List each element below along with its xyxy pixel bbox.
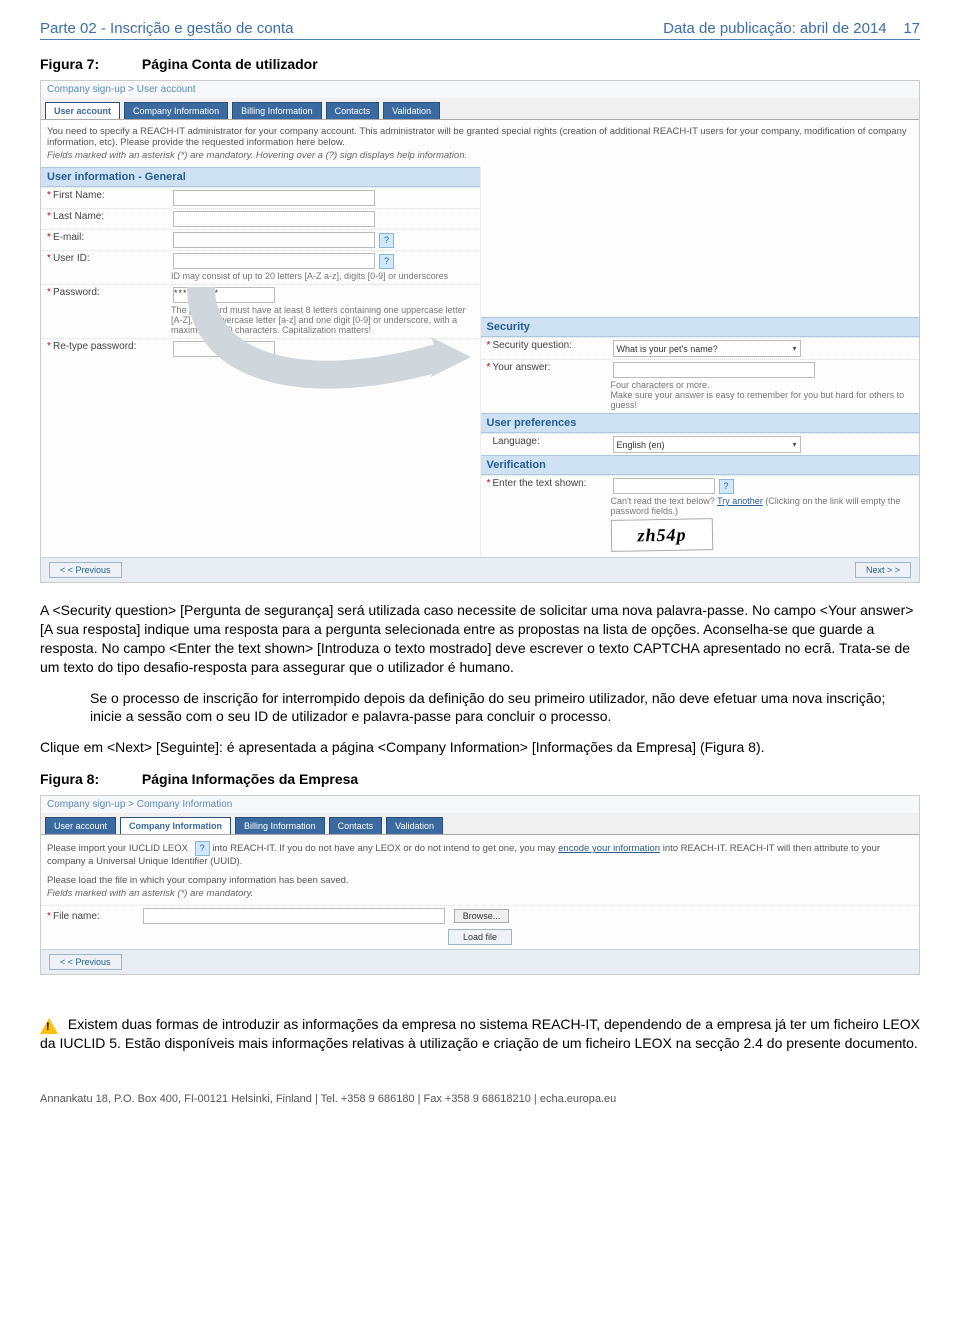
retype-password-input[interactable] [173, 341, 275, 357]
figure8-screenshot: Company sign-up > Company Information Us… [40, 795, 920, 975]
tab-contacts[interactable]: Contacts [329, 817, 383, 834]
breadcrumb: Company sign-up > User account [41, 81, 919, 98]
section-verify: Verification [481, 455, 920, 475]
file-name-input[interactable] [143, 908, 445, 924]
hint-password: The password must have at least 8 letter… [41, 305, 480, 338]
last-name-input[interactable] [173, 211, 375, 227]
figure7-caption: Figura 7: Página Conta de utilizador [40, 56, 920, 72]
label-user-id: User ID: [53, 253, 173, 269]
load-file-button[interactable]: Load file [448, 929, 512, 945]
paragraph-1: A <Security question> [Pergunta de segur… [40, 601, 920, 677]
browse-button[interactable]: Browse... [454, 909, 510, 923]
label-file-name: File name: [53, 911, 143, 922]
encode-info-link[interactable]: encode your information [558, 843, 660, 854]
email-input[interactable] [173, 232, 375, 248]
previous-button[interactable]: < < Previous [49, 562, 122, 578]
page-footer: Annankatu 18, P.O. Box 400, FI-00121 Hel… [40, 1093, 920, 1105]
security-question-select[interactable]: What is your pet's name? [613, 340, 801, 357]
user-id-input[interactable] [173, 253, 375, 269]
warning-icon [40, 1018, 58, 1034]
captcha-image: zh54p [610, 518, 713, 552]
tab-validation[interactable]: Validation [383, 102, 440, 119]
header-left: Parte 02 - Inscrição e gestão de conta [40, 20, 293, 37]
label-language: Language: [493, 436, 613, 453]
label-email: E-mail: [53, 232, 173, 248]
intro-text: Please import your IUCLID LEOX ? into RE… [41, 835, 919, 869]
cant-read-text: Can't read the text below? [611, 496, 718, 506]
hint-user-id: ID may consist of up to 20 letters [A-Z … [41, 271, 480, 284]
label-sec-question: Security question: [493, 340, 613, 357]
tab-bar: User account Company Information Billing… [41, 98, 919, 120]
tab-bar: User account Company Information Billing… [41, 813, 919, 835]
section-prefs: User preferences [481, 413, 920, 433]
tab-company-info[interactable]: Company Information [120, 817, 231, 834]
figure7-screenshot: Company sign-up > User account User acco… [40, 80, 920, 583]
tab-company-info[interactable]: Company Information [124, 102, 228, 119]
section-general: User information - General [41, 167, 480, 187]
warning-paragraph: Existem duas formas de introduzir as inf… [40, 1015, 920, 1053]
label-retype: Re-type password: [53, 341, 173, 357]
label-last-name: Last Name: [53, 211, 173, 227]
tab-validation[interactable]: Validation [386, 817, 443, 834]
tab-billing-info[interactable]: Billing Information [232, 102, 322, 119]
hint-answer: Four characters or more. Make sure your … [481, 380, 920, 413]
section-security: Security [481, 317, 920, 337]
next-button[interactable]: Next > > [855, 562, 911, 578]
page-header: Parte 02 - Inscrição e gestão de conta D… [40, 20, 920, 40]
label-enter-text: Enter the text shown: [493, 478, 613, 494]
label-first-name: First Name: [53, 190, 173, 206]
intro-line2: Please load the file in which your compa… [41, 869, 919, 888]
tab-user-account[interactable]: User account [45, 817, 116, 834]
tab-contacts[interactable]: Contacts [326, 102, 380, 119]
tab-user-account[interactable]: User account [45, 102, 120, 119]
help-icon[interactable]: ? [379, 254, 394, 269]
captcha-input[interactable] [613, 478, 715, 494]
help-icon[interactable]: ? [719, 479, 734, 494]
intro-text: You need to specify a REACH-IT administr… [41, 120, 919, 150]
intro-sub: Fields marked with an asterisk (*) are m… [41, 150, 919, 167]
help-icon[interactable]: ? [195, 841, 210, 856]
label-password: Password: [53, 287, 173, 303]
password-input[interactable]: ********** [173, 287, 275, 303]
figure8-caption: Figura 8: Página Informações da Empresa [40, 771, 920, 787]
help-icon[interactable]: ? [379, 233, 394, 248]
previous-button[interactable]: < < Previous [49, 954, 122, 970]
paragraph-3: Clique em <Next> [Seguinte]: é apresenta… [40, 738, 920, 757]
breadcrumb: Company sign-up > Company Information [41, 796, 919, 813]
intro-line3: Fields marked with an asterisk (*) are m… [41, 888, 919, 905]
your-answer-input[interactable] [613, 362, 815, 378]
label-your-answer: Your answer: [493, 362, 613, 378]
paragraph-2: Se o processo de inscrição for interromp… [90, 689, 920, 727]
try-another-link[interactable]: Try another [717, 496, 763, 506]
tab-billing-info[interactable]: Billing Information [235, 817, 325, 834]
first-name-input[interactable] [173, 190, 375, 206]
language-select[interactable]: English (en) [613, 436, 801, 453]
header-right: Data de publicação: abril de 2014 17 [663, 20, 920, 37]
